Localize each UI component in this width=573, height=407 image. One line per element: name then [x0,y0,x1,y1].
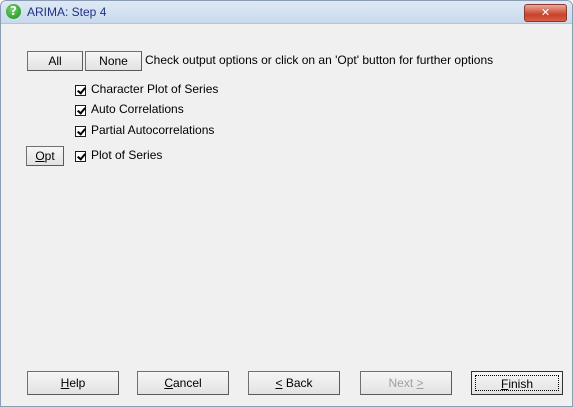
checkbox-plot-of-series[interactable] [75,151,86,162]
close-icon[interactable]: ✕ [524,4,567,22]
checkbox-character-plot[interactable] [75,85,86,96]
checkbox-auto-correlations[interactable] [75,105,86,116]
instruction-text: Check output options or click on an 'Opt… [145,53,494,67]
button-label: Next [388,376,417,390]
finish-button[interactable]: Finish [471,371,563,395]
mnemonic: C [164,376,173,390]
back-button[interactable]: < Back [248,371,340,395]
option-label: Character Plot of Series [91,82,219,96]
option-label: Partial Autocorrelations [91,123,215,137]
mnemonic: O [35,149,45,163]
option-label: Plot of Series [91,148,163,162]
all-button[interactable]: All [27,51,83,71]
focus-ring: Finish [475,375,559,391]
checkbox-partial-autocorrelations[interactable] [75,126,86,137]
window-title: ARIMA: Step 4 [27,5,107,19]
option-label: Auto Correlations [91,102,184,116]
next-button[interactable]: Next > [360,371,452,395]
help-button[interactable]: Help [27,371,119,395]
button-label: elp [69,376,86,390]
cancel-button[interactable]: Cancel [137,371,229,395]
button-label: Back [285,376,313,390]
button-label: ancel [172,376,202,390]
arima-step4-dialog: ? ARIMA: Step 4 ✕ All None Check output … [0,0,573,407]
none-button[interactable]: None [85,51,142,71]
mnemonic: > [416,376,424,390]
help-question-icon: ? [6,4,21,19]
button-label: pt [44,149,55,163]
title-bar: ? ARIMA: Step 4 ✕ [1,1,572,24]
opt-button-plot-of-series[interactable]: Opt [26,146,64,166]
button-label: inish [508,377,534,391]
